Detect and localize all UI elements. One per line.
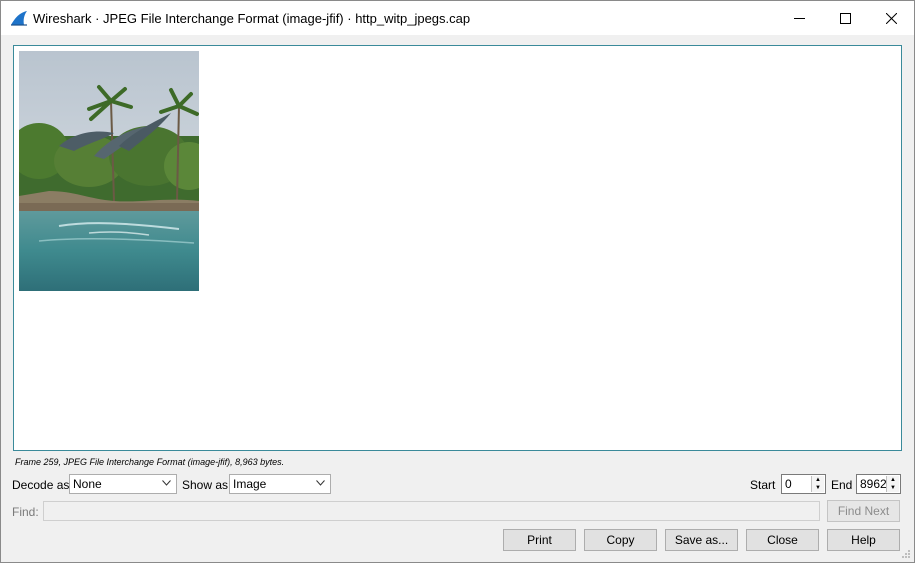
find-next-button[interactable]: Find Next: [827, 500, 900, 522]
show-as-value: Image: [233, 477, 267, 491]
save-as-button[interactable]: Save as...: [665, 529, 738, 551]
maximize-icon: [839, 12, 851, 24]
show-as-label: Show as: [182, 478, 229, 492]
spin-down-icon[interactable]: ▼: [812, 484, 824, 492]
image-viewer[interactable]: [13, 45, 902, 451]
maximize-button[interactable]: [822, 1, 868, 35]
end-value: 8962: [860, 477, 887, 491]
title-bar[interactable]: Wireshark · JPEG File Interchange Format…: [1, 1, 914, 35]
help-button[interactable]: Help: [827, 529, 900, 551]
show-as-select[interactable]: Image: [229, 474, 331, 494]
chevron-down-icon: [162, 480, 171, 486]
chevron-down-icon: [316, 480, 325, 486]
close-button[interactable]: Close: [746, 529, 819, 551]
decoded-jpeg-image: [19, 51, 199, 291]
spin-up-icon[interactable]: ▲: [812, 476, 824, 484]
spin-up-icon[interactable]: ▲: [887, 476, 899, 484]
copy-button[interactable]: Copy: [584, 529, 657, 551]
end-stepper[interactable]: ▲ ▼: [886, 476, 899, 492]
minimize-button[interactable]: [776, 1, 822, 35]
start-stepper[interactable]: ▲ ▼: [811, 476, 824, 492]
decode-as-value: None: [73, 477, 102, 491]
close-icon: [885, 12, 897, 24]
end-label: End: [831, 478, 853, 492]
find-label: Find:: [12, 505, 39, 519]
close-window-button[interactable]: [868, 1, 914, 35]
start-label: Start: [750, 478, 776, 492]
wireshark-fin-icon: [11, 11, 27, 26]
start-spinbox[interactable]: 0 ▲ ▼: [781, 474, 826, 494]
start-value: 0: [785, 477, 792, 491]
decode-as-label: Decode as: [12, 478, 70, 492]
spin-down-icon[interactable]: ▼: [887, 484, 899, 492]
resize-grip-icon[interactable]: [901, 549, 911, 559]
print-button[interactable]: Print: [503, 529, 576, 551]
find-input[interactable]: [43, 501, 820, 521]
frame-status-text: Frame 259, JPEG File Interchange Format …: [15, 457, 285, 467]
minimize-icon: [793, 17, 805, 19]
window-title: Wireshark · JPEG File Interchange Format…: [33, 11, 471, 26]
end-spinbox[interactable]: 8962 ▲ ▼: [856, 474, 901, 494]
decode-as-select[interactable]: None: [69, 474, 177, 494]
dialog-window: Wireshark · JPEG File Interchange Format…: [0, 0, 915, 563]
